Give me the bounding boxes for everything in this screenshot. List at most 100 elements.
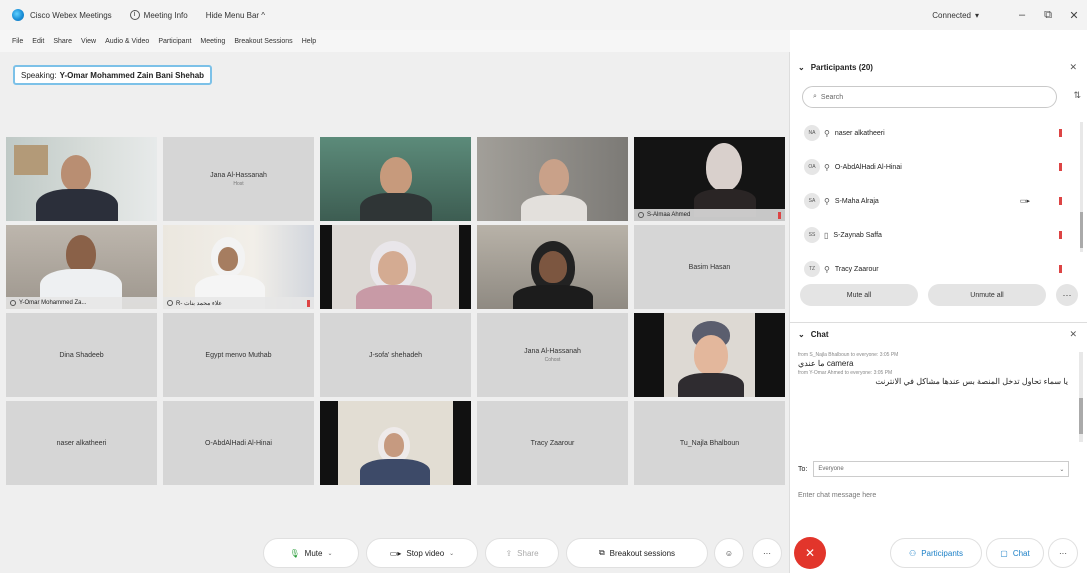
video-tile[interactable] <box>6 137 157 221</box>
share-button[interactable]: ⇪ Share <box>485 538 559 568</box>
participant-search-input[interactable]: ⌕ Search <box>802 86 1057 108</box>
video-tile[interactable]: Jana Al-Hassanah Cohost <box>477 313 628 397</box>
menu-audio-video[interactable]: Audio & Video <box>105 38 149 45</box>
audio-icon: ⚲ <box>824 264 830 274</box>
app-title: Cisco Webex Meetings <box>30 10 112 20</box>
avatar: SS <box>804 227 820 243</box>
mute-button[interactable]: 🎙 Mute ⌄ <box>263 538 359 568</box>
chevron-down-icon: ⌄ <box>1059 466 1065 473</box>
connection-status[interactable]: Connected ▾ <box>932 11 979 20</box>
avatar: TZ <box>804 261 820 277</box>
video-tile[interactable]: S-Almaa Ahmed <box>634 137 785 221</box>
video-tile[interactable]: R- علاء محمد بنات <box>163 225 314 309</box>
chat-header[interactable]: ⌄ Chat ✕ <box>790 322 1087 346</box>
video-tile[interactable] <box>634 313 785 397</box>
unmute-all-button[interactable]: Unmute all <box>928 284 1046 306</box>
close-chat-icon[interactable]: ✕ <box>1069 329 1077 340</box>
close-participants-icon[interactable]: ✕ <box>1069 62 1077 73</box>
menu-share[interactable]: Share <box>53 38 72 45</box>
chat-message-input[interactable]: Enter chat message here <box>798 492 1068 510</box>
restore-button[interactable]: ⧉ <box>1035 9 1061 22</box>
participants-panel-button[interactable]: ⚇ Participants <box>890 538 982 568</box>
video-tile[interactable]: Egypt menvo Muthab <box>163 313 314 397</box>
video-grid: Jana Al-Hassanah Host S-Almaa Ahmed Y-Om… <box>6 137 785 485</box>
muted-icon[interactable] <box>1059 231 1062 239</box>
audio-icon: ⚲ <box>824 128 830 138</box>
title-bar: Cisco Webex Meetings i Meeting Info Hide … <box>0 0 1087 30</box>
muted-icon[interactable] <box>1059 163 1062 171</box>
chat-panel-button[interactable]: ▢ Chat <box>986 538 1044 568</box>
person-icon: ⚇ <box>909 548 917 558</box>
participants-header[interactable]: ⌄ Participants (20) ✕ <box>790 52 1087 82</box>
video-tile[interactable] <box>320 137 471 221</box>
phone-icon: ▯ <box>824 230 829 240</box>
mute-all-button[interactable]: Mute all <box>800 284 918 306</box>
participant-row[interactable]: OA ⚲ O-AbdAlHadi Al-Hinai <box>790 150 1080 184</box>
participant-row[interactable]: NA ⚲ naser alkatheeri <box>790 116 1080 150</box>
muted-icon[interactable] <box>1059 197 1062 205</box>
menu-file[interactable]: File <box>12 38 23 45</box>
avatar: NA <box>804 125 820 141</box>
chat-message: يا سماء تحاول تدخل المنصة بس عندها مشاكل… <box>875 377 1068 386</box>
chevron-down-icon: ⌄ <box>327 550 333 557</box>
minimize-button[interactable]: – <box>1009 9 1035 21</box>
stop-video-button[interactable]: ▭▸ Stop video ⌄ <box>366 538 478 568</box>
video-camera-icon: ▭▸ <box>389 548 402 558</box>
side-panel: ⌄ Participants (20) ✕ ⌕ Search ⇅ NA ⚲ na… <box>789 52 1087 573</box>
video-tile[interactable] <box>320 225 471 309</box>
video-tile[interactable] <box>477 137 628 221</box>
participant-row[interactable]: SS ▯ S-Zaynab Saffa <box>790 218 1080 252</box>
reactions-button[interactable]: ☺ <box>714 538 744 568</box>
end-meeting-button[interactable]: ✕ <box>794 537 826 569</box>
menu-edit[interactable]: Edit <box>32 38 44 45</box>
video-tile[interactable]: Tu_Najla Bhalboun <box>634 401 785 485</box>
smiley-icon: ☺ <box>724 548 734 558</box>
menu-breakout-sessions[interactable]: Breakout Sessions <box>234 38 292 45</box>
audio-icon: ⚲ <box>824 196 830 206</box>
video-tile[interactable]: Tracy Zaarour <box>477 401 628 485</box>
chat-messages: from S_Najla Bhalboun to everyone: 3:05 … <box>798 352 1068 386</box>
video-tile[interactable]: Jana Al-Hassanah Host <box>163 137 314 221</box>
sort-icon[interactable]: ⇅ <box>1073 90 1081 101</box>
scrollbar-thumb[interactable] <box>1079 398 1083 434</box>
video-tile[interactable]: J-sofa' shehadeh <box>320 313 471 397</box>
scrollbar-thumb[interactable] <box>1080 212 1083 248</box>
close-icon: ✕ <box>804 546 816 560</box>
video-tile[interactable]: naser alkatheeri <box>6 401 157 485</box>
chat-recipient-select[interactable]: Everyone ⌄ <box>813 461 1070 477</box>
menu-participant[interactable]: Participant <box>158 38 191 45</box>
video-tile[interactable] <box>477 225 628 309</box>
microphone-icon <box>10 300 16 306</box>
close-window-button[interactable]: ✕ <box>1061 9 1087 22</box>
muted-icon <box>778 211 781 219</box>
hide-menu-bar-button[interactable]: Hide Menu Bar ^ <box>206 11 265 20</box>
breakout-icon: ⧉ <box>598 548 605 557</box>
menu-meeting[interactable]: Meeting <box>200 38 225 45</box>
video-tile[interactable] <box>320 401 471 485</box>
participant-more-button[interactable]: ··· <box>1056 284 1078 306</box>
video-tile-active-speaker[interactable]: Y-Omar Mohammed Za... <box>6 225 157 309</box>
muted-icon[interactable] <box>1059 265 1062 273</box>
menu-help[interactable]: Help <box>302 38 316 45</box>
avatar: OA <box>804 159 820 175</box>
meeting-info-button[interactable]: i Meeting Info <box>129 10 188 20</box>
chat-message: ما عندي camera <box>798 359 854 368</box>
muted-icon[interactable] <box>1059 129 1062 137</box>
video-tile[interactable]: O-AbdAlHadi Al-Hinai <box>163 401 314 485</box>
more-options-button[interactable]: ··· <box>752 538 782 568</box>
video-tile[interactable]: Basim Hasan <box>634 225 785 309</box>
breakout-sessions-button[interactable]: ⧉ Breakout sessions <box>566 538 708 568</box>
microphone-icon: 🎙 <box>289 548 300 558</box>
chat-scrollbar[interactable] <box>1079 352 1083 442</box>
microphone-icon <box>167 300 173 306</box>
audio-icon: ⚲ <box>824 162 830 172</box>
video-tile[interactable]: Dina Shadeeb <box>6 313 157 397</box>
webex-logo-icon <box>12 9 24 21</box>
muted-icon <box>307 299 310 307</box>
participant-row[interactable]: SA ⚲ S-Maha Alraja ▭▸ <box>790 184 1080 218</box>
panel-more-button[interactable]: ··· <box>1048 538 1078 568</box>
participant-row[interactable]: TZ ⚲ Tracy Zaarour <box>790 252 1080 286</box>
menu-view[interactable]: View <box>81 38 96 45</box>
participant-scrollbar[interactable] <box>1080 122 1083 252</box>
participant-list: NA ⚲ naser alkatheeri OA ⚲ O-AbdAlHadi A… <box>790 116 1080 286</box>
